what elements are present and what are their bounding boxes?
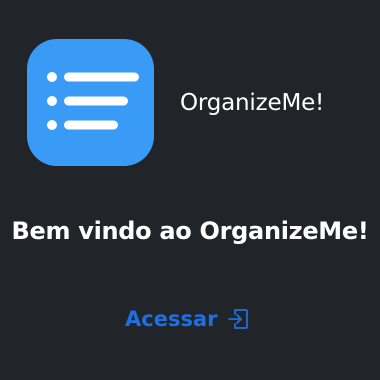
access-button[interactable]: Acessar [125,303,251,335]
app-name: OrganizeMe! [180,90,325,116]
list-icon [27,39,154,166]
access-label: Acessar [125,307,218,331]
sign-in-icon [225,306,251,332]
list-icon-graphic [47,72,139,130]
header: OrganizeMe! [0,0,380,170]
welcome-heading: Bem vindo ao OrganizeMe! [11,217,369,245]
